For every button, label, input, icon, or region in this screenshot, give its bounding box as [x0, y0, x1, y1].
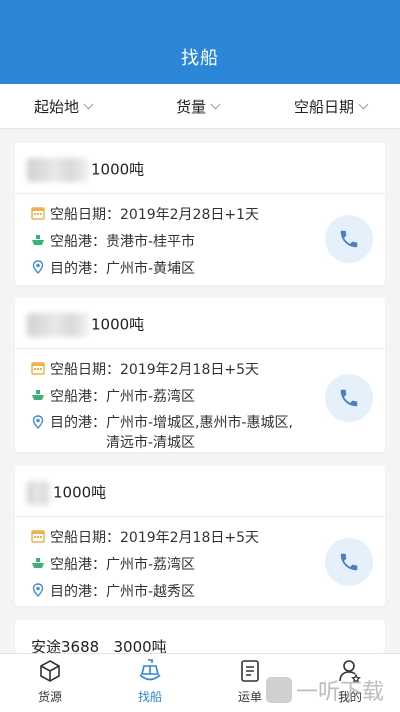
ship-card[interactable]: 1000吨 空船日期： 2019年2月28日+1天 空船港： 贵港市-桂平市 目… [15, 143, 385, 285]
cube-icon [40, 660, 60, 682]
filter-origin-label: 起始地 [34, 98, 80, 116]
calendar-icon [31, 207, 45, 220]
filter-tonnage-label: 货量 [176, 98, 207, 116]
empty-port-row: 空船港： 广州市-荔湾区 [31, 554, 195, 574]
empty-date-row: 空船日期： 2019年2月18日+5天 [31, 359, 259, 379]
empty-port-label: 空船港： [50, 557, 106, 573]
ship-card-header: 1000吨 [15, 143, 385, 194]
empty-port-label: 空船港： [50, 389, 106, 405]
chevron-down-icon [210, 99, 221, 110]
chevron-down-icon [83, 99, 94, 110]
call-button[interactable] [325, 374, 373, 422]
tab-cargo-label: 货源 [37, 690, 62, 704]
calendar-icon [31, 530, 45, 543]
empty-date-value: 2019年2月18日+5天 [120, 530, 259, 546]
page-title: 找船 [181, 48, 219, 69]
empty-port-value: 广州市-荔湾区 [106, 389, 196, 405]
empty-date-row: 空船日期： 2019年2月18日+5天 [31, 527, 259, 547]
redacted-ship-name [27, 158, 89, 182]
watermark-logo [266, 677, 292, 703]
boat-icon [32, 558, 44, 568]
location-pin-icon [32, 583, 44, 597]
calendar-icon [31, 362, 45, 375]
filter-empty-date[interactable]: 空船日期 [294, 96, 369, 117]
redacted-ship-name [27, 481, 51, 505]
chevron-down-icon [358, 99, 369, 110]
empty-date-label: 空船日期： [50, 530, 120, 546]
watermark-text: 一听下载 [296, 680, 385, 705]
app-header: 找船 [0, 0, 400, 84]
ship-card[interactable]: 1000吨 空船日期： 2019年2月18日+5天 空船港： 广州市-荔湾区 目… [15, 466, 385, 606]
empty-port-value: 广州市-荔湾区 [106, 557, 196, 573]
destination-value: 广州市-越秀区 [106, 584, 196, 600]
phone-icon [340, 553, 358, 571]
empty-date-value: 2019年2月18日+5天 [120, 362, 259, 378]
destination-row: 目的港： 广州市-增城区,惠州市-惠城区, 清远市-清城区 [31, 413, 293, 453]
call-button[interactable] [325, 215, 373, 263]
filter-tonnage[interactable]: 货量 [176, 96, 221, 117]
destination-value: 广州市-黄埔区 [106, 261, 196, 277]
ship-card[interactable]: 安途3688 3000吨 [15, 620, 385, 656]
empty-port-value: 贵港市-桂平市 [106, 234, 196, 250]
destination-label: 目的港： [50, 584, 106, 600]
tab-find-ship-label: 找船 [137, 690, 162, 704]
redacted-ship-name [27, 313, 89, 337]
phone-icon [340, 230, 358, 248]
empty-date-value: 2019年2月28日+1天 [120, 207, 259, 223]
boat-icon [32, 235, 44, 245]
ship-card-header: 1000吨 [15, 298, 385, 349]
empty-date-label: 空船日期： [50, 207, 120, 223]
empty-date-row: 空船日期： 2019年2月28日+1天 [31, 204, 259, 224]
location-pin-icon [32, 415, 44, 429]
ship-name: 1000吨 [27, 481, 106, 505]
ship-icon [139, 659, 161, 681]
location-pin-icon [32, 260, 44, 274]
destination-row: 目的港： 广州市-黄埔区 [31, 258, 195, 278]
tab-find-ship[interactable]: 找船 [120, 658, 180, 705]
destination-value: 广州市-增城区,惠州市-惠城区, 清远市-清城区 [106, 415, 294, 451]
ship-card-header: 1000吨 [15, 466, 385, 517]
ship-name: 1000吨 [27, 158, 144, 182]
watermark: 一听下载 [266, 675, 384, 705]
filter-empty-date-label: 空船日期 [294, 98, 355, 116]
waybill-icon [241, 660, 259, 682]
ship-name: 1000吨 [27, 313, 144, 337]
empty-port-label: 空船港： [50, 234, 106, 250]
destination-row: 目的港： 广州市-越秀区 [31, 581, 195, 601]
filter-bar: 起始地 货量 空船日期 [0, 84, 400, 129]
empty-date-label: 空船日期： [50, 362, 120, 378]
empty-port-row: 空船港： 广州市-荔湾区 [31, 386, 195, 406]
ship-card[interactable]: 1000吨 空船日期： 2019年2月18日+5天 空船港： 广州市-荔湾区 目… [15, 298, 385, 452]
call-button[interactable] [325, 538, 373, 586]
filter-origin[interactable]: 起始地 [34, 96, 94, 117]
destination-label: 目的港： [50, 261, 106, 277]
destination-label: 目的港： [50, 415, 106, 431]
boat-icon [32, 390, 44, 400]
phone-icon [340, 389, 358, 407]
empty-port-row: 空船港： 贵港市-桂平市 [31, 231, 195, 251]
tab-cargo[interactable]: 货源 [20, 658, 80, 705]
